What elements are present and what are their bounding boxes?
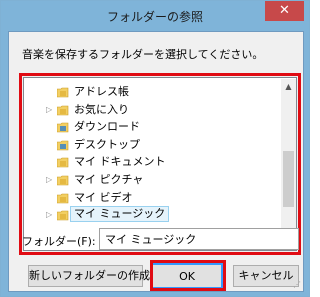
highlight-frame-ok [150, 260, 226, 291]
folder-field[interactable] [99, 228, 299, 250]
cancel-button[interactable]: キャンセル [233, 265, 299, 287]
browse-folder-dialog: フォルダーの参照 ✕ 音楽を保存するフォルダーを選択してください。 アドレス帳 ▷… [0, 0, 310, 297]
folder-field-label: フォルダー(F): [22, 235, 96, 248]
close-button[interactable]: ✕ [265, 1, 304, 21]
dialog-title: フォルダーの参照 [106, 10, 203, 24]
close-icon: ✕ [279, 3, 290, 18]
resize-grip-icon[interactable]: ⋰ [293, 281, 301, 289]
instruction-text: 音楽を保存するフォルダーを選択してください。 [22, 48, 264, 61]
new-folder-button[interactable]: 新しいフォルダーの作成(N) [28, 265, 167, 287]
title-bar[interactable]: フォルダーの参照 ✕ [1, 1, 309, 31]
dialog-body: 音楽を保存するフォルダーを選択してください。 アドレス帳 ▷ お気に入り ダウンロード… [8, 31, 304, 292]
